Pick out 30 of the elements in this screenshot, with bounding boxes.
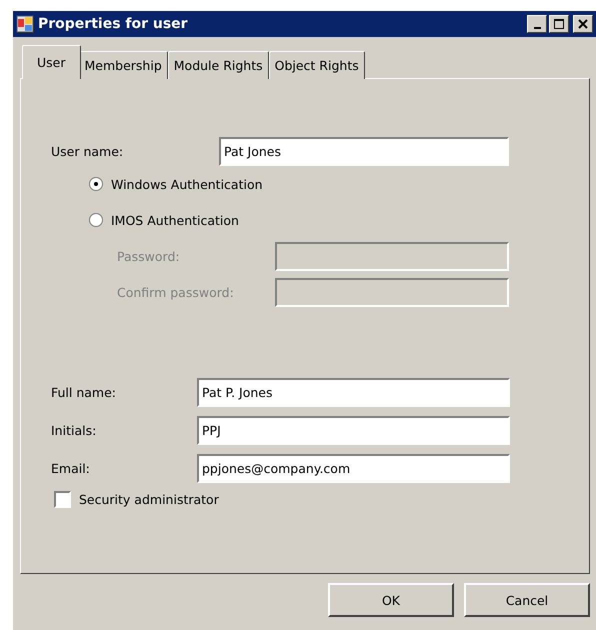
dialog-button[interactable]: OK	[328, 583, 454, 617]
close-button[interactable]	[573, 15, 593, 33]
close-icon	[578, 19, 588, 29]
checkbox-label: Security administrator	[79, 492, 219, 507]
field-label: Confirm password:	[117, 284, 235, 300]
dialog-button[interactable]: Cancel	[464, 583, 590, 617]
minimize-button[interactable]	[527, 15, 547, 33]
radio-label: Windows Authentication	[111, 176, 263, 192]
checkbox[interactable]	[54, 491, 71, 508]
tab[interactable]: Membership	[78, 51, 168, 79]
window-title: Properties for user	[38, 16, 189, 32]
field-label: User name:	[51, 144, 124, 158]
field-label: Password:	[117, 248, 181, 264]
input-field[interactable]: ppjones@company.com	[197, 454, 510, 482]
radio-label: IMOS Authentication	[111, 212, 239, 228]
tab[interactable]: User	[22, 45, 80, 79]
app-icon	[16, 15, 34, 33]
tab[interactable]: Object Rights	[268, 51, 365, 79]
radio-button[interactable]	[89, 177, 103, 191]
minimize-icon	[534, 26, 540, 28]
field-label: Initials:	[51, 422, 98, 438]
input-field[interactable]: Pat Jones	[219, 136, 509, 166]
field-label: Full name:	[51, 384, 118, 400]
tab[interactable]: Module Rights	[168, 51, 269, 79]
maximize-icon	[554, 19, 564, 29]
field-label: Email:	[51, 460, 91, 476]
radio-button[interactable]	[89, 213, 103, 227]
maximize-button[interactable]	[549, 15, 569, 33]
input-field[interactable]: PPJ	[197, 416, 510, 444]
input-field[interactable]: Pat P. Jones	[197, 378, 510, 406]
